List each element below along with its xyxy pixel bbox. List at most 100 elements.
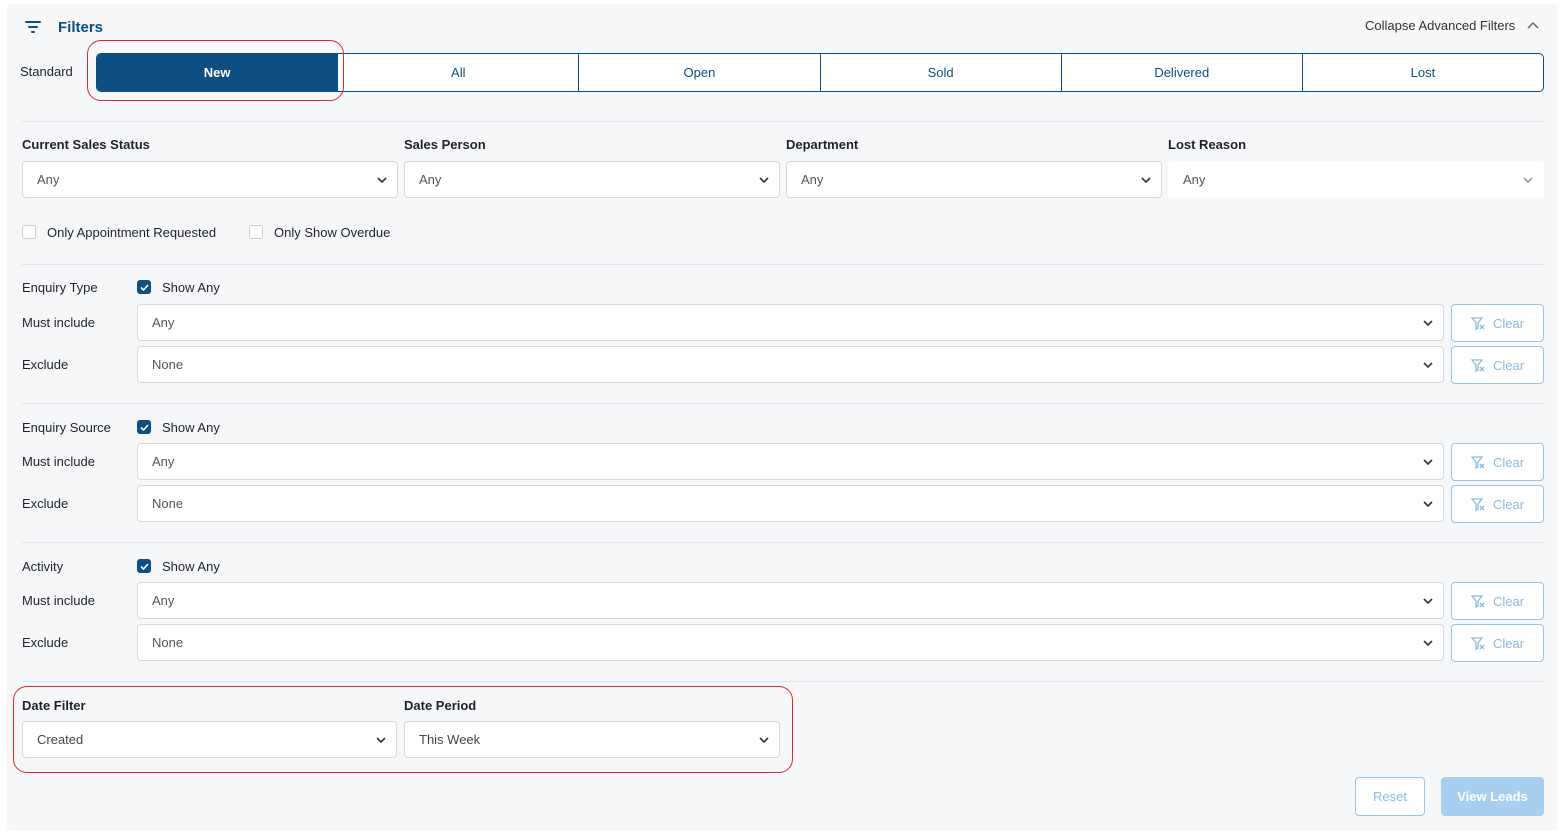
chevron-down-icon: [1423, 501, 1433, 508]
clear-label: Clear: [1492, 454, 1525, 470]
clear-button[interactable]: Clear: [1451, 582, 1544, 620]
select-value: Any: [152, 454, 175, 469]
select-value: Any: [37, 172, 60, 187]
reset-button[interactable]: Reset: [1355, 777, 1425, 816]
enquiry-source-must-include-select[interactable]: Any: [137, 443, 1444, 480]
tab-all[interactable]: All: [338, 54, 580, 91]
show-any-label: Show Any: [162, 280, 220, 295]
select-value: None: [152, 496, 184, 511]
view-leads-button[interactable]: View Leads: [1441, 777, 1544, 816]
filter-clear-icon: [1470, 316, 1485, 330]
activity-label: Activity: [22, 559, 64, 574]
enquiry-type-label: Enquiry Type: [22, 280, 98, 295]
filter-icon: [25, 20, 41, 34]
divider: [22, 264, 1544, 265]
exclude-label: Exclude: [22, 357, 69, 372]
tab-new[interactable]: New: [97, 54, 339, 91]
date-filter-select[interactable]: Created: [22, 721, 397, 758]
clear-button[interactable]: Clear: [1451, 624, 1544, 662]
divider: [22, 403, 1544, 404]
tab-lost[interactable]: Lost: [1303, 54, 1543, 91]
chevron-down-icon: [1423, 320, 1433, 327]
show-any-label: Show Any: [162, 420, 220, 435]
select-value: Any: [801, 172, 824, 187]
sales-person-select[interactable]: Any: [404, 161, 780, 198]
select-value: Any: [152, 315, 175, 330]
select-value: Any: [419, 172, 442, 187]
chevron-down-icon: [759, 177, 769, 184]
enquiry-type-must-include-select[interactable]: Any: [137, 304, 1444, 341]
clear-label: Clear: [1492, 496, 1525, 512]
filter-clear-icon: [1470, 594, 1485, 608]
lost-reason-select[interactable]: Any: [1168, 161, 1544, 198]
chevron-down-icon: [377, 177, 387, 184]
chevron-down-icon: [1423, 640, 1433, 647]
exclude-label: Exclude: [22, 635, 69, 650]
only-appointment-label: Only Appointment Requested: [47, 225, 217, 240]
filter-clear-icon: [1470, 455, 1485, 469]
current-sales-status-select[interactable]: Any: [22, 161, 398, 198]
filter-clear-icon: [1470, 497, 1485, 511]
activity-exclude-select[interactable]: None: [137, 624, 1444, 661]
select-value: Any: [1183, 172, 1206, 187]
chevron-up-icon[interactable]: [1527, 20, 1539, 32]
divider: [22, 121, 1544, 122]
tab-delivered[interactable]: Delivered: [1062, 54, 1303, 91]
divider: [22, 542, 1544, 543]
select-value: Any: [152, 593, 175, 608]
tab-sold[interactable]: Sold: [821, 54, 1062, 91]
divider: [22, 681, 1544, 682]
date-period-label: Date Period: [404, 698, 477, 713]
enquiry-source-show-any-checkbox[interactable]: [137, 420, 151, 434]
date-period-select[interactable]: This Week: [404, 721, 780, 758]
collapse-advanced-filters-link[interactable]: Collapse Advanced Filters: [1365, 18, 1515, 33]
filters-title: Filters: [58, 19, 104, 36]
department-select[interactable]: Any: [786, 161, 1162, 198]
enquiry-type-exclude-select[interactable]: None: [137, 346, 1444, 383]
chevron-down-icon: [1523, 177, 1533, 183]
current-sales-status-label: Current Sales Status: [22, 137, 150, 152]
clear-label: Clear: [1492, 593, 1525, 609]
clear-button[interactable]: Clear: [1451, 485, 1544, 523]
chevron-down-icon: [1423, 459, 1433, 466]
filter-clear-icon: [1470, 358, 1485, 372]
check-icon: [140, 563, 149, 571]
enquiry-source-exclude-select[interactable]: None: [137, 485, 1444, 522]
must-include-label: Must include: [22, 315, 95, 330]
select-value: None: [152, 635, 184, 650]
chevron-down-icon: [759, 737, 769, 744]
sales-person-label: Sales Person: [404, 137, 486, 152]
show-any-label: Show Any: [162, 559, 220, 574]
filter-clear-icon: [1470, 636, 1485, 650]
chevron-down-icon: [376, 737, 386, 744]
tab-open[interactable]: Open: [579, 54, 821, 91]
select-value: This Week: [419, 732, 481, 747]
filters-panel: [7, 4, 1558, 831]
clear-label: Clear: [1492, 315, 1525, 331]
select-value: None: [152, 357, 184, 372]
check-icon: [140, 284, 149, 292]
check-icon: [140, 424, 149, 432]
date-filter-label: Date Filter: [22, 698, 86, 713]
clear-label: Clear: [1492, 357, 1525, 373]
chevron-down-icon: [1141, 177, 1151, 184]
clear-label: Clear: [1492, 635, 1525, 651]
enquiry-source-label: Enquiry Source: [22, 420, 111, 435]
activity-show-any-checkbox[interactable]: [137, 559, 151, 573]
chevron-down-icon: [1423, 362, 1433, 369]
standard-label: Standard: [20, 64, 73, 79]
activity-must-include-select[interactable]: Any: [137, 582, 1444, 619]
only-overdue-label: Only Show Overdue: [274, 225, 391, 240]
lost-reason-label: Lost Reason: [1168, 137, 1247, 152]
chevron-down-icon: [1423, 598, 1433, 605]
only-appointment-checkbox[interactable]: [22, 225, 36, 239]
standard-tabs: New All Open Sold Delivered Lost: [96, 53, 1544, 92]
must-include-label: Must include: [22, 593, 95, 608]
enquiry-type-show-any-checkbox[interactable]: [137, 280, 151, 294]
clear-button[interactable]: Clear: [1451, 346, 1544, 384]
exclude-label: Exclude: [22, 496, 69, 511]
only-overdue-checkbox[interactable]: [249, 225, 263, 239]
clear-button[interactable]: Clear: [1451, 443, 1544, 481]
must-include-label: Must include: [22, 454, 95, 469]
clear-button[interactable]: Clear: [1451, 304, 1544, 342]
